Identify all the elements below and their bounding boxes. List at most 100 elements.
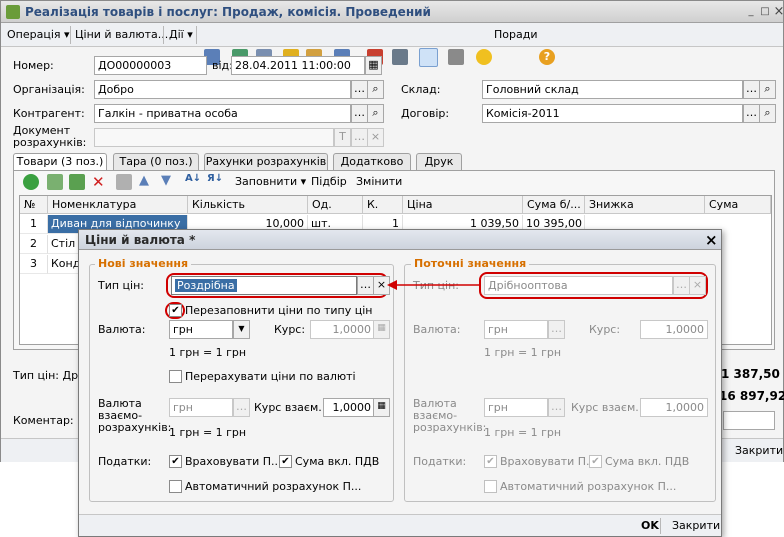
selected-text: Роздрібна [175,279,237,292]
sort-desc-icon[interactable]: Я↓ [207,173,223,184]
sort-asc-icon[interactable]: А↓ [185,173,201,184]
change-button[interactable]: Змінити [356,173,402,191]
column-header[interactable]: Знижка [585,196,705,214]
selection-button[interactable]: Підбір [311,173,347,191]
calculator-icon[interactable]: ▦ [373,320,390,339]
tips-icon [476,49,492,65]
sum-incl-vat-checkbox[interactable]: ✔ [279,455,292,468]
number-field[interactable]: ДО00000003 [94,56,207,75]
select-button[interactable]: … [351,128,368,147]
tab-goods[interactable]: Товари (3 поз.) [13,153,107,171]
currency-field[interactable]: грн [169,320,233,339]
tab-additional[interactable]: Додатково [333,153,411,170]
dialog-close-button[interactable]: Закрити [672,519,720,532]
select-button[interactable]: … [351,104,368,123]
search-icon[interactable]: ⌕ [367,80,384,99]
price-type-footer[interactable]: Тип цін: Дрі [13,369,81,382]
settlement-doc-field[interactable] [94,128,334,147]
contractor-field[interactable]: Галкін - приватна особа [94,104,351,123]
dialog-title: Ціни й валюта * [85,233,196,247]
fill-button[interactable]: Заповнити ▾ [235,173,306,191]
end-edit-icon[interactable] [116,174,132,190]
comment-field[interactable] [723,411,775,430]
organization-field[interactable]: Добро [94,80,351,99]
rate-label: Курс: [274,323,306,336]
rate-field[interactable]: 1,0000 [310,320,375,339]
clear-button: × [689,276,706,295]
number-label: Номер: [13,59,54,72]
auto-calc-checkbox[interactable] [169,480,182,493]
operation-menu[interactable]: Операція ▾ [7,26,70,44]
column-header[interactable]: Номенклатура [48,196,188,214]
settlement-rate-field[interactable]: 1,0000 [323,398,375,417]
tips-button[interactable]: Поради [494,26,537,44]
title-bar: Реалізація товарів і послуг: Продаж, ком… [1,1,784,23]
type-button[interactable]: T [334,128,351,147]
current-sum-incl-vat-checkbox: ✔ [589,455,602,468]
actions-menu[interactable]: Дії ▾ [169,26,193,44]
table-icon[interactable] [448,49,464,65]
column-header[interactable]: Од. [308,196,363,214]
delete-icon[interactable]: ✕ [92,173,105,191]
edit-row-icon[interactable] [69,174,85,190]
warehouse-label: Склад: [401,83,441,96]
column-header[interactable]: Сума [705,196,771,214]
column-header[interactable]: Кількість [188,196,308,214]
current-currency-field: грн [484,320,548,339]
select-button[interactable]: … [743,80,760,99]
column-header[interactable]: № [20,196,48,214]
select-button: … [548,398,565,417]
main-toolbar: Операція ▾ Ціни й валюта... Дії ▾ Поради… [1,23,783,67]
dialog-title-bar: Ціни й валюта * × [79,230,721,250]
search-icon[interactable]: ⌕ [759,104,776,123]
tab-print[interactable]: Друк [416,153,462,170]
prices-currency-button[interactable]: Ціни й валюта... [75,26,168,44]
report-icon[interactable] [392,49,408,65]
clear-button[interactable]: × [367,128,384,147]
tab-accounts[interactable]: Рахунки розрахунків [204,153,328,170]
move-down-icon[interactable]: ▼ [161,173,171,188]
date-field[interactable]: 28.04.2011 11:00:00 [231,56,365,75]
current-price-type-field: Дрібнооптова [484,276,673,295]
dialog-close-icon[interactable]: × [705,231,718,249]
current-values-title: Поточні значення [411,257,530,270]
current-rate-text: 1 грн = 1 грн [484,346,562,359]
current-tax-include-label: Враховувати П... [500,455,597,468]
calendar-icon[interactable]: ▦ [365,56,382,75]
warehouse-field[interactable]: Головний склад [482,80,743,99]
column-header[interactable]: Сума б/... [523,196,585,214]
tax-include-checkbox[interactable]: ✔ [169,455,182,468]
column-header[interactable]: Ціна [403,196,523,214]
select-button[interactable]: … [351,80,368,99]
search-icon[interactable]: ⌕ [759,80,776,99]
settlement-rate-text: 1 грн = 1 грн [169,426,247,439]
current-tax-include-checkbox: ✔ [484,455,497,468]
select-button: … [673,276,690,295]
window-title: Реалізація товарів і послуг: Продаж, ком… [25,5,431,19]
select-button[interactable]: … [233,398,250,417]
move-up-icon[interactable]: ▲ [139,173,149,188]
help-icon[interactable]: ? [539,49,555,65]
tab-containers[interactable]: Тара (0 поз.) [113,153,199,170]
settlement-currency-field[interactable]: грн [169,398,233,417]
search-icon[interactable]: ⌕ [367,104,384,123]
ok-button[interactable]: OK [641,519,659,532]
copy-row-icon[interactable] [47,174,63,190]
refill-prices-label: Перезаповнити ціни по типу цін [185,304,373,317]
calculator-icon[interactable]: ▦ [373,398,390,417]
toolbar-separator [196,26,197,44]
recalc-prices-checkbox[interactable] [169,370,182,383]
toolbar-separator [163,26,164,44]
refill-prices-checkbox[interactable]: ✔ [169,304,182,317]
add-icon[interactable] [23,174,39,190]
rate-text: 1 грн = 1 грн [169,346,247,359]
close-document-button[interactable]: Закрити [735,444,783,457]
structure-icon[interactable] [419,48,438,67]
chevron-down-icon[interactable]: ▼ [233,320,250,339]
select-button[interactable]: … [743,104,760,123]
column-header[interactable]: К. [363,196,403,214]
select-button[interactable]: … [357,276,374,295]
contract-field[interactable]: Комісія-2011 [482,104,743,123]
close-button[interactable]: × [771,5,784,19]
new-price-type-field[interactable]: Роздрібна [171,276,357,295]
